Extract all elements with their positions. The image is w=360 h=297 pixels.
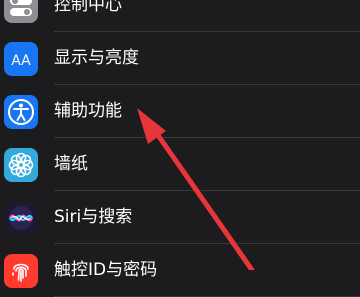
settings-item-label: Siri与搜索 — [54, 207, 133, 227]
wallpaper-icon — [4, 148, 38, 182]
settings-item-label: 控制中心 — [54, 0, 122, 15]
settings-row-display-brightness[interactable]: AA 显示与亮度 — [0, 32, 360, 85]
settings-item-label: 墙纸 — [54, 154, 88, 174]
settings-row-touch-id[interactable]: 触控ID与密码 — [0, 244, 360, 297]
settings-row-siri[interactable]: Siri与搜索 — [0, 191, 360, 244]
settings-row-accessibility[interactable]: 辅助功能 — [0, 85, 360, 138]
display-brightness-icon: AA — [4, 42, 38, 76]
settings-list: 控制中心 AA 显示与亮度 辅助功能 墙纸 Siri与搜索 触控ID与密码 — [0, 0, 360, 297]
siri-icon — [4, 201, 38, 235]
settings-row-wallpaper[interactable]: 墙纸 — [0, 138, 360, 191]
display-icon-glyph: AA — [11, 53, 31, 69]
settings-row-control-center[interactable]: 控制中心 — [0, 0, 360, 32]
accessibility-icon — [4, 95, 38, 129]
settings-item-label: 辅助功能 — [54, 101, 122, 121]
fingerprint-icon — [4, 254, 38, 288]
settings-item-label: 触控ID与密码 — [54, 260, 158, 280]
control-center-icon — [4, 0, 38, 23]
settings-item-label: 显示与亮度 — [54, 48, 139, 68]
